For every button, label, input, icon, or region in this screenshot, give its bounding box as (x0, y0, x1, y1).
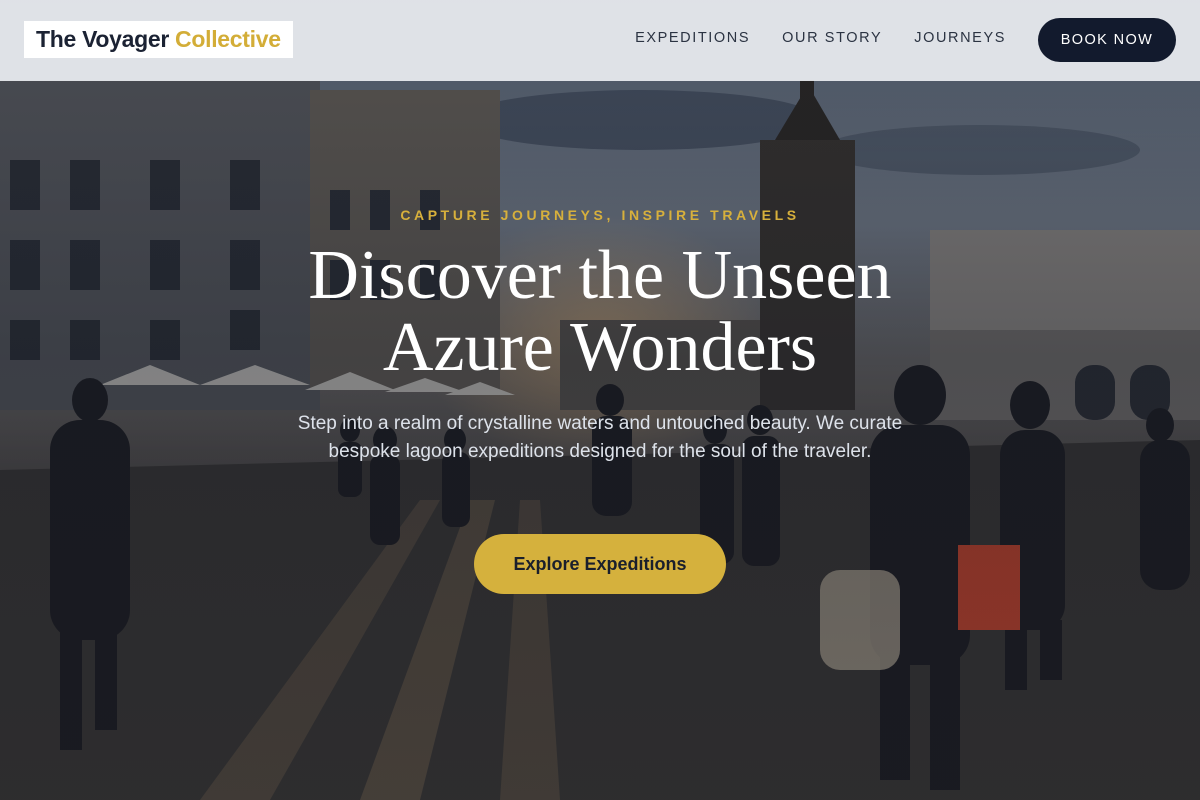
hero-eyebrow: CAPTURE JOURNEYS, INSPIRE TRAVELS (400, 207, 800, 223)
hero-overlay (0, 0, 1200, 800)
hero-headline-line1: Discover the Unseen (308, 237, 892, 314)
nav-link-journeys[interactable]: JOURNEYS (914, 30, 1006, 46)
explore-expeditions-button[interactable]: Explore Expeditions (474, 534, 726, 594)
brand-name-part1: The Voyager (36, 26, 170, 52)
brand-logo[interactable]: The Voyager Collective (24, 21, 293, 58)
nav-links: EXPEDITIONS OUR STORY JOURNEYS (635, 30, 1006, 46)
brand-name-part2: Collective (175, 26, 281, 52)
nav-link-our-story[interactable]: OUR STORY (782, 30, 882, 46)
hero-headline-line2: Azure Wonders (382, 309, 818, 386)
hero-subtext: Step into a realm of crystalline waters … (297, 413, 903, 462)
hero-headline: Discover the Unseen Azure Wonders (250, 240, 950, 384)
book-now-button[interactable]: BOOK NOW (1038, 18, 1176, 62)
top-navbar: The Voyager Collective EXPEDITIONS OUR S… (0, 0, 1200, 81)
nav-link-expeditions[interactable]: EXPEDITIONS (635, 30, 750, 46)
